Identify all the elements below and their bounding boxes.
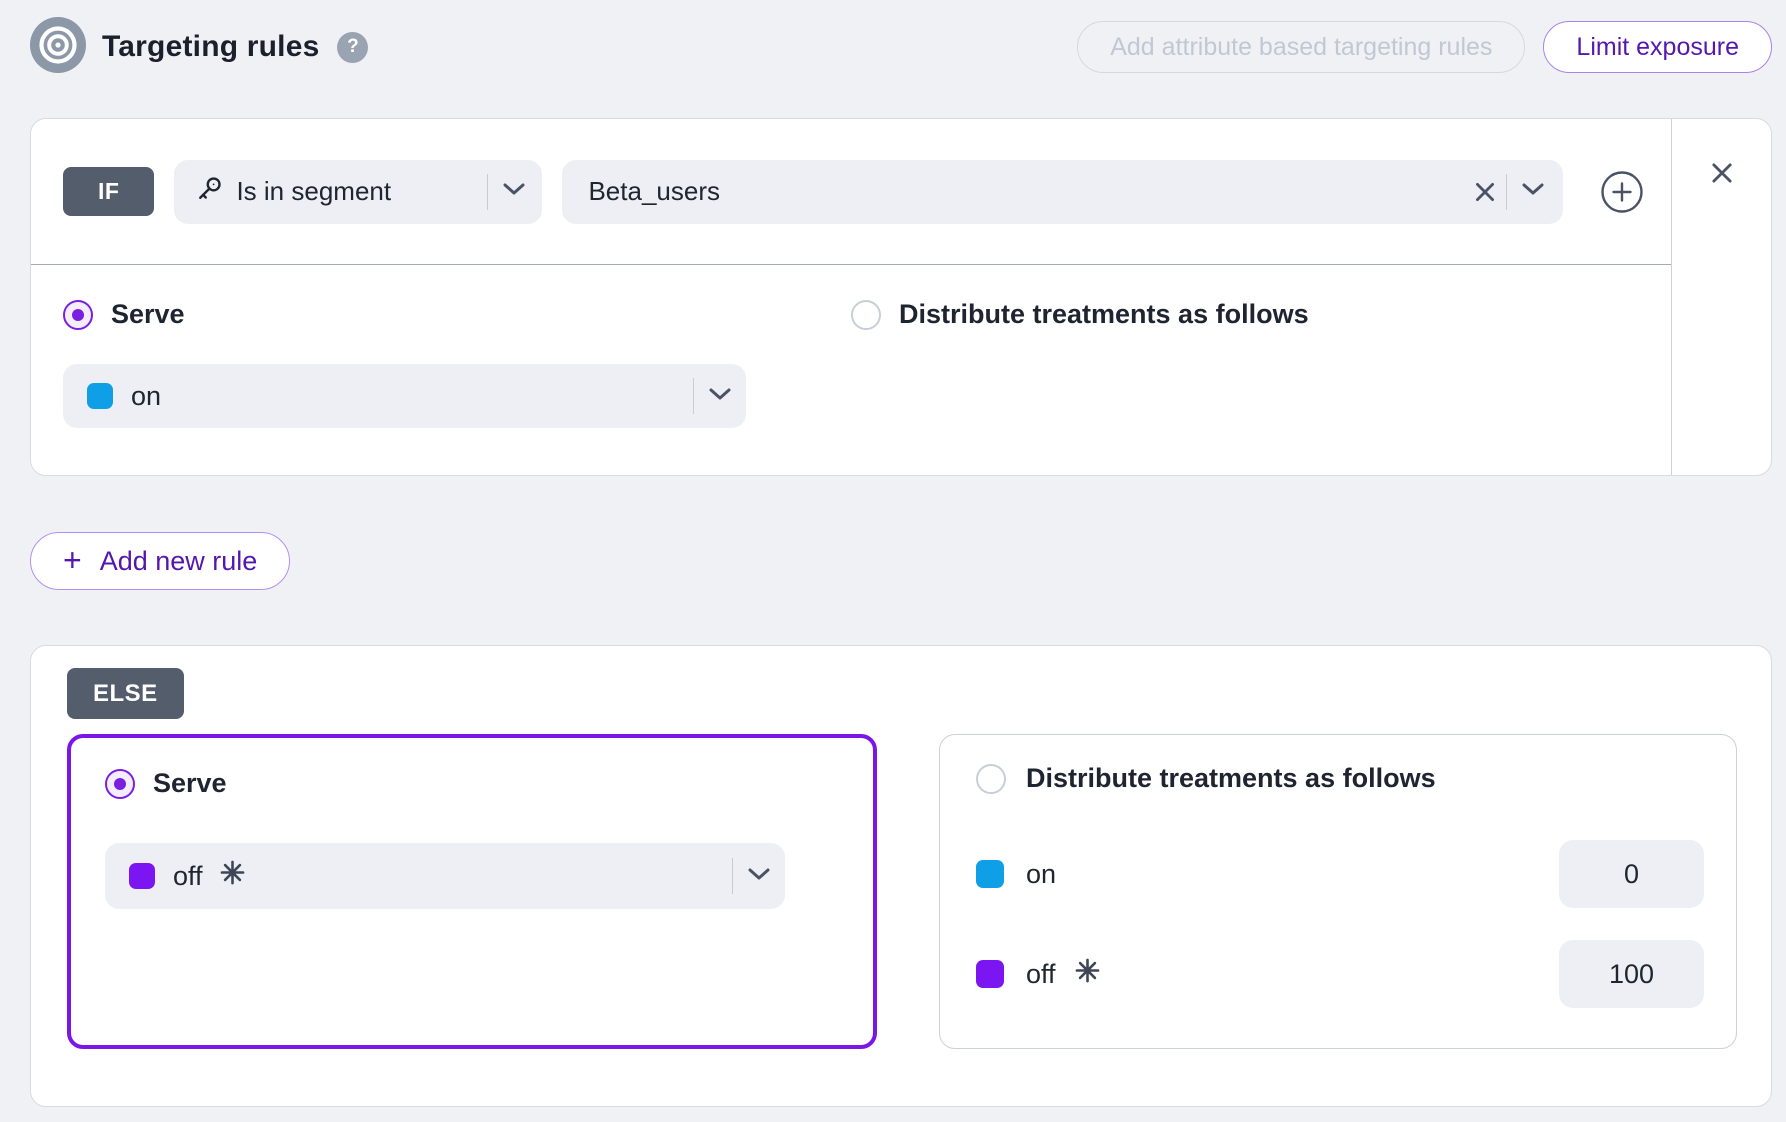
default-treatment-asterisk-icon [219, 859, 246, 893]
treatment-name: off [173, 859, 724, 893]
distribute-option: Distribute treatments as follows [976, 763, 1704, 794]
treatment-swatch [129, 863, 155, 889]
else-badge: ELSE [67, 668, 184, 719]
header-actions: Add attribute based targeting rules Limi… [1077, 21, 1772, 73]
serve-radio[interactable] [105, 769, 135, 799]
distribute-option: Distribute treatments as follows [851, 299, 1639, 330]
if-rule-main: IF Is in segment [31, 119, 1671, 475]
serve-choice-row: Serve Distribute treatments as follows [63, 299, 1639, 330]
add-attribute-rules-button[interactable]: Add attribute based targeting rules [1077, 21, 1525, 73]
percentage-input[interactable]: 0 [1559, 840, 1704, 908]
matcher-label: Is in segment [236, 176, 479, 207]
serve-radio[interactable] [63, 300, 93, 330]
segment-combobox[interactable]: Beta_users [562, 160, 1563, 224]
select-divider [732, 858, 733, 894]
treatment-swatch [87, 383, 113, 409]
treatment-swatch [976, 960, 1004, 988]
distribute-radio[interactable] [851, 300, 881, 330]
chevron-down-icon [502, 182, 526, 201]
segment-value: Beta_users [588, 176, 1472, 207]
chevron-down-icon [708, 387, 732, 406]
serve-radio-label: Serve [153, 768, 227, 799]
treatment-swatch [976, 860, 1004, 888]
percentage-input[interactable]: 100 [1559, 940, 1704, 1008]
add-new-rule-button[interactable]: + Add new rule [30, 532, 290, 590]
matcher-select[interactable]: Is in segment [174, 160, 542, 224]
if-rule-card: IF Is in segment [30, 118, 1772, 476]
if-rule-side [1671, 119, 1771, 475]
else-rule-card: ELSE Serve off [30, 645, 1772, 1107]
distribution-row: on 0 [976, 840, 1704, 908]
serve-radio-label: Serve [111, 299, 185, 330]
if-badge: IF [63, 167, 154, 216]
else-content: Serve off [67, 734, 1737, 1049]
treatment-name: on [131, 381, 685, 412]
select-divider [1506, 174, 1507, 210]
limit-exposure-button[interactable]: Limit exposure [1543, 21, 1772, 73]
select-divider [487, 174, 488, 210]
distribution-treatment: on [976, 859, 1056, 890]
distribute-radio[interactable] [976, 764, 1006, 794]
distribute-radio-label: Distribute treatments as follows [899, 299, 1309, 330]
chevron-down-icon [1521, 182, 1545, 201]
clear-segment-icon[interactable] [1472, 179, 1498, 205]
if-condition-row: IF Is in segment [31, 119, 1671, 264]
distribution-treatment: off [976, 957, 1101, 991]
serve-option: Serve [105, 768, 839, 799]
targeting-rules-panel: Targeting rules ? Add attribute based ta… [30, 0, 1772, 1107]
else-serve-option-box: Serve off [67, 734, 877, 1049]
header-left: Targeting rules ? [30, 17, 368, 78]
treatment-name-text: off [173, 861, 203, 892]
remove-rule-button[interactable] [1708, 159, 1736, 187]
treatment-name-text: off [1026, 959, 1056, 990]
if-serve-area: Serve Distribute treatments as follows o… [31, 265, 1671, 474]
plus-icon: + [63, 544, 82, 576]
add-new-rule-label: Add new rule [100, 546, 258, 577]
targeting-rules-header: Targeting rules ? Add attribute based ta… [30, 18, 1772, 76]
treatment-select[interactable]: on [63, 364, 746, 428]
serve-option: Serve [63, 299, 851, 330]
help-icon[interactable]: ? [337, 32, 368, 63]
select-divider [693, 378, 694, 414]
distribution-row: off 100 [976, 940, 1704, 1008]
treatment-name: off [1026, 957, 1101, 991]
default-treatment-asterisk-icon [1074, 957, 1101, 991]
add-condition-button[interactable] [1599, 169, 1645, 215]
else-distribute-option-box: Distribute treatments as follows on 0 of… [939, 734, 1737, 1049]
treatment-name: on [1026, 859, 1056, 890]
target-icon [30, 17, 86, 78]
chevron-down-icon [747, 867, 771, 886]
treatment-select[interactable]: off [105, 843, 785, 909]
key-icon [194, 174, 224, 209]
distribute-radio-label: Distribute treatments as follows [1026, 763, 1436, 794]
page-title: Targeting rules [102, 30, 319, 64]
